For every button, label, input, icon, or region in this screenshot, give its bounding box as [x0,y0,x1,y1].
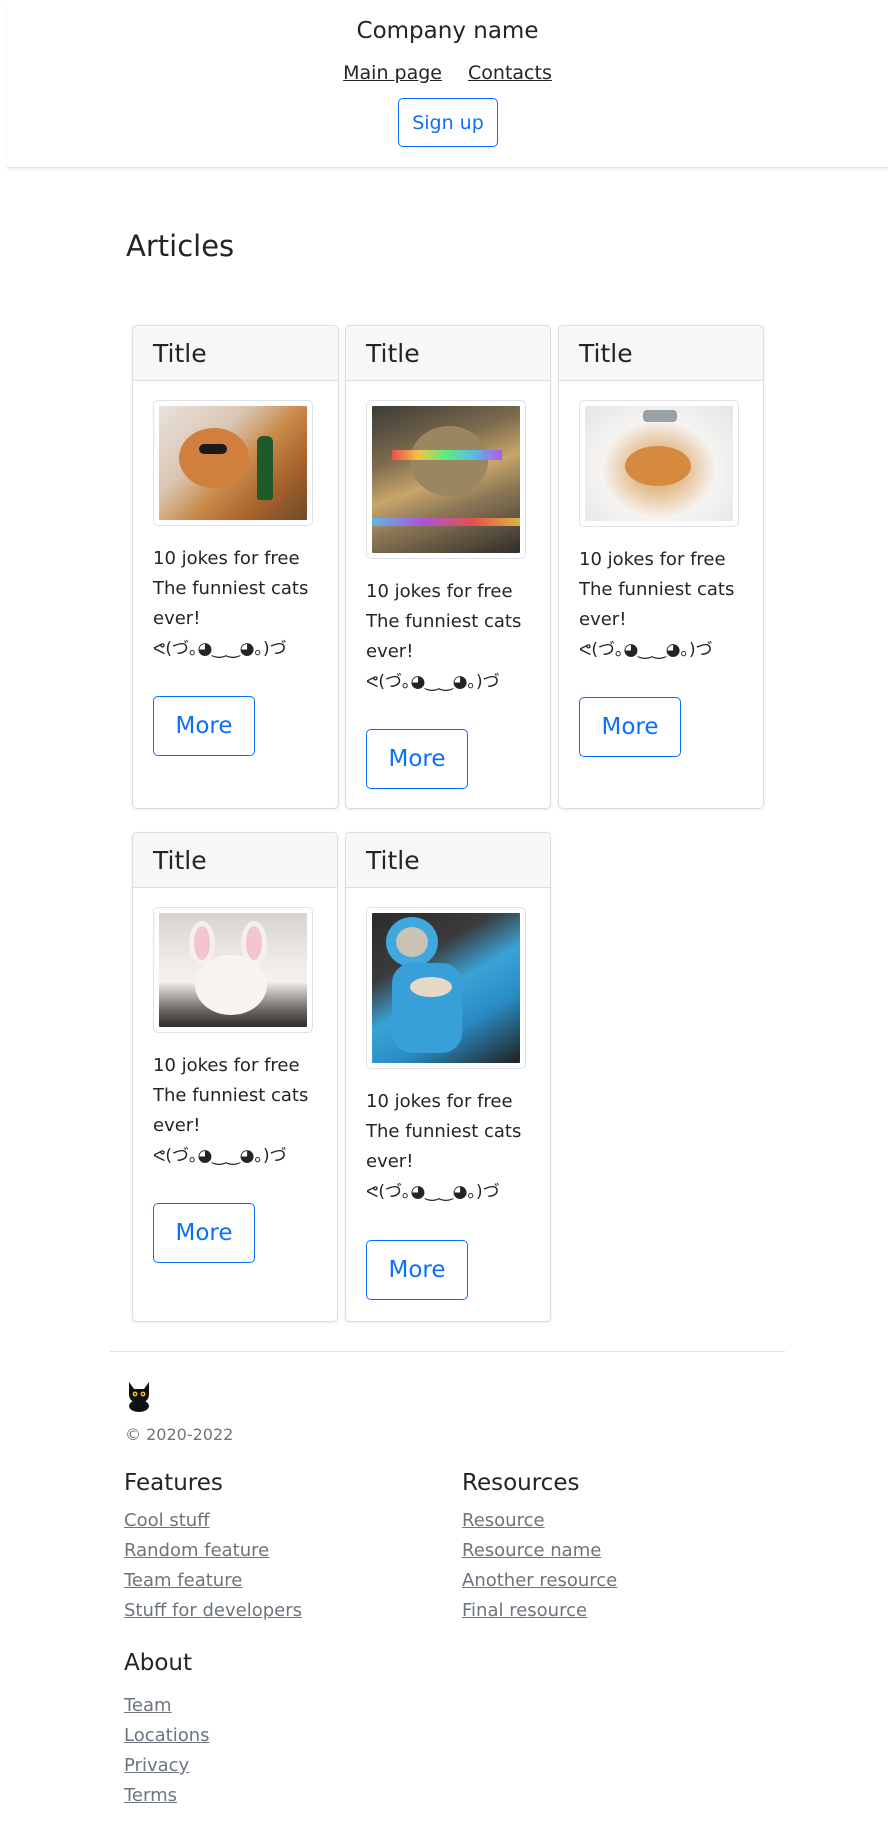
footer-link-random-feature[interactable]: Random feature [124,1540,269,1561]
site-header: Company name Main page Contacts Sign up [7,0,888,168]
more-button[interactable]: More [579,697,681,757]
card-body-text: 10 jokes for free The funniest cats ever… [153,544,313,664]
card-title: Title [133,326,338,381]
card-body-text: 10 jokes for free The funniest cats ever… [579,545,739,665]
card-text-line: The funniest cats ever! [579,579,735,630]
card-emoticon: ᕙ(づ｡◕‿‿◕｡)づ [153,1146,287,1166]
footer-link-team-feature[interactable]: Team feature [124,1570,242,1591]
card-text-line: 10 jokes for free [366,1091,513,1112]
resources-links: Resource Resource name Another resource … [462,1510,617,1630]
cat-photo-image [372,913,520,1063]
articles-heading: Articles [126,229,235,263]
company-name: Company name [356,18,539,44]
about-links: Team Locations Privacy Terms [124,1695,210,1815]
sign-up-button[interactable]: Sign up [398,98,498,147]
list-item: Terms [124,1785,210,1815]
nav-link-contacts[interactable]: Contacts [468,62,552,84]
resources-heading: Resources [462,1470,580,1496]
card-body-text: 10 jokes for free The funniest cats ever… [366,1087,526,1207]
footer-link-final-resource[interactable]: Final resource [462,1600,587,1621]
card-thumbnail [153,400,313,526]
article-card: Title 10 jokes for free The funniest cat… [345,325,551,809]
card-body-text: 10 jokes for free The funniest cats ever… [366,577,526,697]
card-thumbnail [366,907,526,1069]
features-links: Cool stuff Random feature Team feature S… [124,1510,302,1630]
card-text-line: 10 jokes for free [153,1055,300,1076]
copyright-text: © 2020-2022 [125,1425,234,1444]
footer-divider [110,1351,785,1352]
card-text-line: 10 jokes for free [153,548,300,569]
list-item: Stuff for developers [124,1600,302,1630]
footer-link-resource-name[interactable]: Resource name [462,1540,601,1561]
card-emoticon: ᕙ(づ｡◕‿‿◕｡)づ [153,639,287,659]
card-title: Title [346,326,550,381]
card-text-line: The funniest cats ever! [153,578,309,629]
footer-link-stuff-for-developers[interactable]: Stuff for developers [124,1600,302,1621]
list-item: Privacy [124,1755,210,1785]
article-card: Title 10 jokes for free The funniest cat… [558,325,764,809]
card-title: Title [559,326,763,381]
more-button[interactable]: More [153,696,255,756]
footer-link-privacy[interactable]: Privacy [124,1755,189,1776]
card-text-line: 10 jokes for free [579,549,726,570]
cat-photo-image [585,406,733,521]
card-text-line: The funniest cats ever! [153,1085,309,1136]
card-emoticon: ᕙ(づ｡◕‿‿◕｡)づ [579,640,713,660]
article-card: Title 10 jokes for free The funniest cat… [132,325,339,809]
list-item: Cool stuff [124,1510,302,1540]
main-nav: Main page Contacts [7,62,888,84]
list-item: Team feature [124,1570,302,1600]
black-cat-icon [129,1382,149,1412]
card-text-line: The funniest cats ever! [366,611,522,662]
card-text-line: The funniest cats ever! [366,1121,522,1172]
article-card: Title 10 jokes for free The funniest cat… [345,832,551,1322]
more-button[interactable]: More [153,1203,255,1263]
cat-photo-image [372,406,520,553]
card-thumbnail [366,400,526,559]
features-heading: Features [124,1470,223,1496]
footer-link-cool-stuff[interactable]: Cool stuff [124,1510,210,1531]
card-thumbnail [153,907,313,1033]
card-body-text: 10 jokes for free The funniest cats ever… [153,1051,313,1171]
card-text-line: 10 jokes for free [366,581,513,602]
footer-link-another-resource[interactable]: Another resource [462,1570,617,1591]
card-emoticon: ᕙ(づ｡◕‿‿◕｡)づ [366,1182,500,1202]
list-item: Another resource [462,1570,617,1600]
nav-link-main-page[interactable]: Main page [343,62,442,84]
card-emoticon: ᕙ(づ｡◕‿‿◕｡)づ [366,672,500,692]
more-button[interactable]: More [366,729,468,789]
list-item: Final resource [462,1600,617,1630]
footer-link-locations[interactable]: Locations [124,1725,210,1746]
footer-link-team[interactable]: Team [124,1695,172,1716]
footer-link-terms[interactable]: Terms [124,1785,177,1806]
list-item: Resource name [462,1540,617,1570]
footer-link-resource[interactable]: Resource [462,1510,545,1531]
list-item: Random feature [124,1540,302,1570]
cat-photo-image [159,406,307,520]
list-item: Locations [124,1725,210,1755]
about-heading: About [124,1650,193,1676]
more-button[interactable]: More [366,1240,468,1300]
article-card: Title 10 jokes for free The funniest cat… [132,832,338,1322]
card-title: Title [133,833,337,888]
card-title: Title [346,833,550,888]
cat-photo-image [159,913,307,1027]
list-item: Team [124,1695,210,1725]
list-item: Resource [462,1510,617,1540]
card-thumbnail [579,400,739,527]
